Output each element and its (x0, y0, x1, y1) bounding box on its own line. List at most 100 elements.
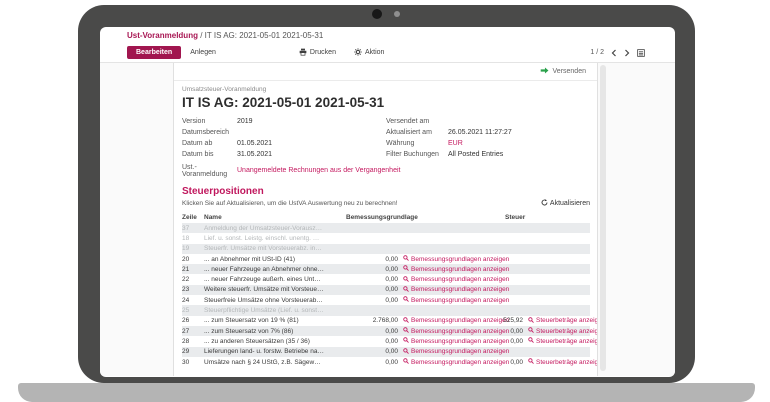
table-body: 37 Anmeldung der Umsatzsteuer-Vorauszahl… (182, 223, 590, 367)
chevron-right-icon (624, 45, 630, 60)
base-amounts-link[interactable]: Bemessungsgrundlagen anzeigen (398, 317, 483, 325)
row-zeile: 24 (182, 297, 204, 304)
field-label: Versendet am (386, 118, 448, 125)
base-amounts-link[interactable]: Bemessungsgrundlagen anzeigen (398, 348, 483, 356)
pagination-label: 1 / 2 (590, 49, 604, 56)
base-link-label: Bemessungsgrundlagen anzeigen (411, 286, 509, 293)
field-value: 26.05.2021 11:27:27 (448, 129, 512, 136)
magnifier-icon (403, 255, 409, 263)
tax-amounts-link[interactable]: Steuerbeträge anzeigen (523, 317, 590, 325)
base-amounts-link[interactable]: Bemessungsgrundlagen anzeigen (398, 276, 483, 284)
base-amounts-link[interactable]: Bemessungsgrundlagen anzeigen (398, 265, 483, 273)
tax-amounts-link[interactable]: Steuerbeträge anzeigen (523, 337, 590, 345)
row-name: Weitere steuerfr. Umsätze mit Vorsteuera… (204, 286, 328, 293)
base-amounts-link[interactable]: Bemessungsgrundlagen anzeigen (398, 358, 483, 366)
col-name: Name (204, 214, 328, 221)
unreported-invoices-link[interactable]: Unangemeldete Rechnungen aus der Vergang… (237, 167, 400, 174)
breadcrumb: Ust-Voranmeldung / IT IS AG: 2021-05-01 … (127, 31, 645, 40)
header-form: Version 2019 Datumsbereich Datum ab 01.0… (182, 116, 590, 160)
form-field: Datum bis 31.05.2021 (182, 149, 386, 160)
base-link-label: Bemessungsgrundlagen anzeigen (411, 266, 509, 273)
content-area: Versenden Umsatzsteuer-Voranmeldung IT I… (100, 63, 675, 376)
magnifier-icon (403, 358, 409, 366)
form-field: Währung EUR (386, 138, 590, 149)
gear-icon (354, 48, 362, 58)
section-subheader: Klicken Sie auf Aktualisieren, um die Us… (182, 199, 590, 208)
row-name: ... neuer Fahrzeuge an Abnehmer ohne UST… (204, 266, 328, 273)
section-hint: Klicken Sie auf Aktualisieren, um die Us… (182, 200, 398, 207)
screen: Ust-Voranmeldung / IT IS AG: 2021-05-01 … (100, 27, 675, 377)
row-base-value: 2.768,00 (328, 317, 398, 324)
form-field: Datum ab 01.05.2021 (182, 138, 386, 149)
print-button[interactable]: Drucken (299, 48, 336, 58)
field-label: Datumsbereich (182, 129, 237, 136)
send-button[interactable]: Versenden (540, 66, 586, 77)
edit-button[interactable]: Bearbeiten (127, 46, 181, 59)
row-base-value: 0,00 (328, 297, 398, 304)
table-row: 20 ... an Abnehmer mit USt-ID (41) 0,00 … (182, 254, 590, 264)
row-name: ... neuer Fahrzeuge außerh. eines Untern… (204, 276, 328, 283)
row-tax-value: 0,00 (483, 328, 523, 335)
row-name: Anmeldung der Umsatzsteuer-Vorauszahlung (204, 225, 328, 232)
field-value[interactable]: EUR (448, 140, 463, 147)
toolbar-right: 1 / 2 (590, 45, 645, 60)
row-base-value: 0,00 (328, 338, 398, 345)
camera-led-icon (394, 11, 400, 17)
form-column-right: Versendet am Aktualisiert am 26.05.2021 … (386, 116, 590, 160)
breadcrumb-separator: / (200, 31, 202, 40)
row-zeile: 27 (182, 328, 204, 335)
list-view-button[interactable] (637, 45, 645, 60)
magnifier-icon (528, 327, 534, 335)
row-tax-value: 0,00 (483, 359, 523, 366)
row-zeile: 28 (182, 338, 204, 345)
row-name: Steuerfreie Umsätze ohne Vorsteuerabzug … (204, 297, 328, 304)
breadcrumb-app-link[interactable]: Ust-Voranmeldung (127, 31, 198, 40)
refresh-button[interactable]: Aktualisieren (541, 199, 590, 208)
tax-link-label: Steuerbeträge anzeigen (536, 317, 598, 324)
magnifier-icon (403, 296, 409, 304)
toolbar: Bearbeiten Anlegen Drucken Aktion 1 / 2 (127, 45, 645, 60)
magnifier-icon (403, 327, 409, 335)
table-row: 30 Umsätze nach § 24 UStG, z.B. Sägewerk… (182, 357, 590, 367)
row-base-value: 0,00 (328, 266, 398, 273)
scrollbar[interactable] (600, 65, 606, 371)
row-name: ... an Abnehmer mit USt-ID (41) (204, 256, 328, 263)
field-label: Datum bis (182, 151, 237, 158)
base-amounts-link[interactable]: Bemessungsgrundlagen anzeigen (398, 286, 483, 294)
field-value: 31.05.2021 (237, 151, 272, 158)
row-zeile: 25 (182, 307, 204, 314)
base-link-label: Bemessungsgrundlagen anzeigen (411, 348, 509, 355)
row-base-value: 0,00 (328, 286, 398, 293)
tax-link-label: Steuerbeträge anzeigen (536, 359, 598, 366)
prev-page-button[interactable] (611, 45, 617, 60)
row-zeile: 18 (182, 235, 204, 242)
magnifier-icon (403, 286, 409, 294)
base-amounts-link[interactable]: Bemessungsgrundlagen anzeigen (398, 255, 483, 263)
base-amounts-link[interactable]: Bemessungsgrundlagen anzeigen (398, 296, 483, 304)
row-zeile: 19 (182, 245, 204, 252)
row-zeile: 23 (182, 286, 204, 293)
magnifier-icon (528, 358, 534, 366)
magnifier-icon (403, 348, 409, 356)
camera-icon (372, 9, 382, 19)
field-label: Währung (386, 140, 448, 147)
tax-amounts-link[interactable]: Steuerbeträge anzeigen (523, 358, 590, 366)
left-gutter (100, 63, 173, 376)
next-page-button[interactable] (624, 45, 630, 60)
toolbar-center: Drucken Aktion (299, 48, 385, 58)
tax-amounts-link[interactable]: Steuerbeträge anzeigen (523, 327, 590, 335)
create-button[interactable]: Anlegen (190, 49, 216, 56)
table-row: 24 Steuerfreie Umsätze ohne Vorsteuerabz… (182, 295, 590, 305)
print-icon (299, 48, 307, 58)
row-zeile: 29 (182, 348, 204, 355)
form-column-left: Version 2019 Datumsbereich Datum ab 01.0… (182, 116, 386, 160)
action-button[interactable]: Aktion (354, 48, 384, 58)
form-field: Filter Buchungen All Posted Entries (386, 149, 590, 160)
row-zeile: 22 (182, 276, 204, 283)
magnifier-icon (403, 265, 409, 273)
base-amounts-link[interactable]: Bemessungsgrundlagen anzeigen (398, 327, 483, 335)
base-amounts-link[interactable]: Bemessungsgrundlagen anzeigen (398, 337, 483, 345)
row-tax-value: 525,92 (483, 317, 523, 324)
laptop-base (18, 383, 755, 402)
document-card: Versenden Umsatzsteuer-Voranmeldung IT I… (173, 63, 598, 376)
